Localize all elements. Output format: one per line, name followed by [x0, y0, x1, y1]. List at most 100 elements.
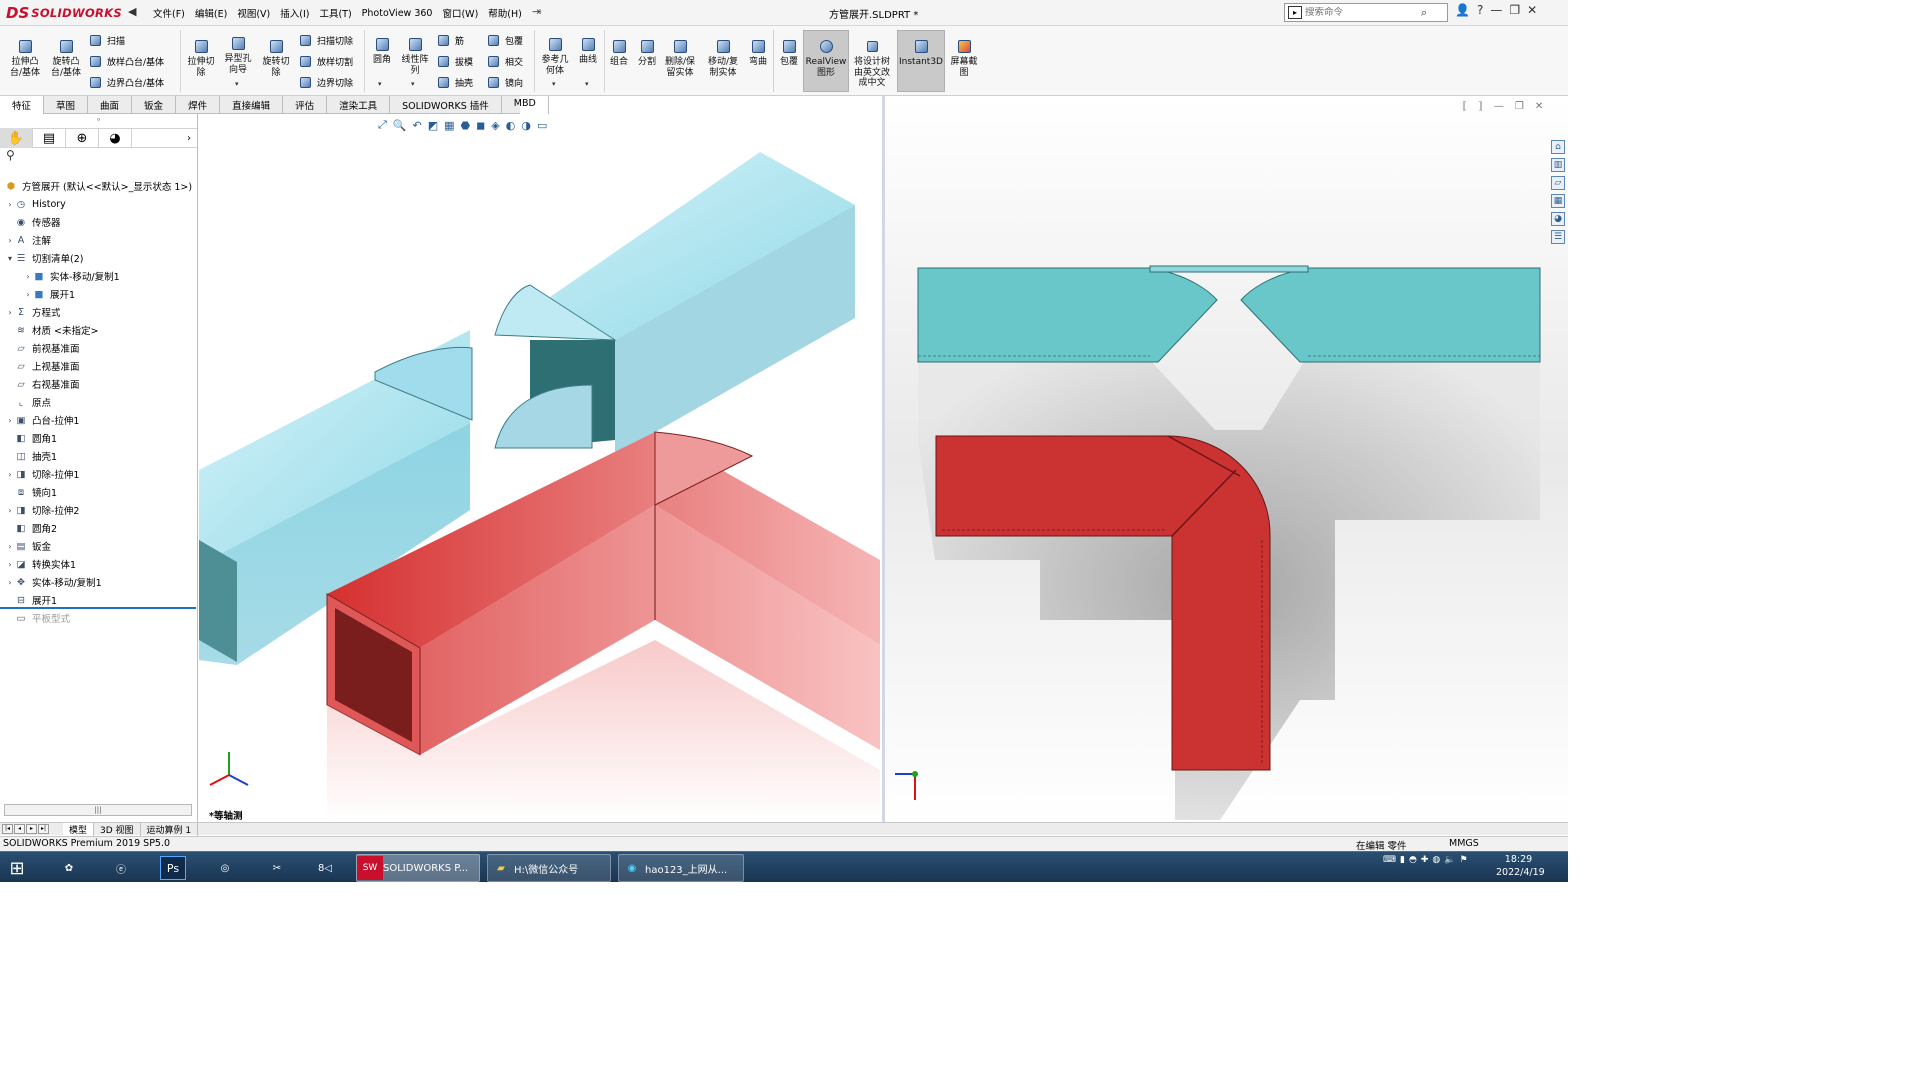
viewport-minimize-icon[interactable]: —	[1494, 101, 1504, 112]
design-library-icon[interactable]: ▥	[1551, 158, 1565, 172]
expand-arrow-icon[interactable]: ›	[6, 236, 14, 245]
tree-item[interactable]: › ▤ 钣金	[6, 537, 51, 555]
flex-button[interactable]: 弯曲	[745, 38, 771, 68]
restore-icon[interactable]: ❐	[1509, 3, 1520, 17]
tab-weldments[interactable]: 焊件	[176, 96, 221, 114]
instant3d-button[interactable]: Instant3D	[897, 38, 945, 68]
display-manager-tab-icon[interactable]: ◕	[99, 128, 132, 148]
tab-features[interactable]: 特征	[0, 96, 45, 114]
zoom-to-fit-icon[interactable]: ⤢	[378, 118, 387, 132]
section-view-icon[interactable]: ◩	[428, 119, 438, 132]
volume-icon[interactable]: 🔈	[1444, 855, 1455, 865]
menu-file[interactable]: 文件(F)	[148, 6, 190, 20]
loft-boss-button[interactable]: 放样凸台/基体	[88, 54, 164, 68]
tree-horizontal-scrollbar[interactable]: |||	[4, 804, 192, 816]
security-icon[interactable]: ✚	[1421, 855, 1429, 865]
expand-arrow-icon[interactable]: ›	[24, 272, 32, 281]
tab-direct-editing[interactable]: 直接编辑	[220, 96, 284, 114]
hide-show-items-icon[interactable]: ◈	[491, 119, 499, 132]
pin-icon[interactable]: ⇥	[532, 5, 541, 18]
tab-sheet-metal[interactable]: 钣金	[132, 96, 177, 114]
mirror-button[interactable]: 镜向	[486, 75, 523, 89]
first-tab-icon[interactable]: |◂	[2, 824, 13, 834]
realview-button[interactable]: RealView 图形	[803, 38, 849, 78]
fillet-dropdown-icon[interactable]: ▾	[378, 80, 382, 88]
tree-item[interactable]: › ◷ History	[6, 195, 65, 213]
panel-grip[interactable]: ∘	[0, 114, 197, 128]
sweep-button[interactable]: 扫描	[88, 33, 125, 47]
pinned-app-4[interactable]: ◎	[212, 854, 238, 882]
network-icon[interactable]: ▮	[1400, 855, 1405, 865]
screen-capture-button[interactable]: 屏幕截 图	[948, 38, 980, 78]
next-tab-icon[interactable]: ▸	[26, 824, 37, 834]
tab-surfaces[interactable]: 曲面	[88, 96, 133, 114]
tab-mbd[interactable]: MBD	[502, 96, 549, 114]
pinned-app-5[interactable]: ✂	[264, 854, 290, 882]
delete-keep-body-button[interactable]: 删除/保 留实体	[662, 38, 698, 78]
linear-pattern-button[interactable]: 线性阵 列	[398, 36, 432, 76]
clock[interactable]: 18:29 2022/4/19	[1496, 853, 1545, 879]
combine-button[interactable]: 组合	[606, 38, 632, 68]
boundary-cut-button[interactable]: 边界切除	[298, 75, 353, 89]
wrap2-button[interactable]: 包覆	[776, 38, 802, 68]
tree-item[interactable]: ▱ 前视基准面	[6, 339, 79, 357]
menu-photoview[interactable]: PhotoView 360	[357, 8, 438, 19]
property-manager-tab-icon[interactable]: ▤	[33, 128, 66, 148]
tree-item[interactable]: ▭ 平板型式	[6, 609, 71, 627]
tree-item[interactable]: ⌞ 原点	[6, 393, 51, 411]
expand-arrow-icon[interactable]: ›	[6, 200, 14, 209]
draft-button[interactable]: 拔模	[436, 54, 473, 68]
menu-expand-icon[interactable]: ◀	[128, 5, 136, 18]
3d-views-tab[interactable]: 3D 视图	[94, 822, 141, 836]
pinned-app-2[interactable]: ⓔ	[108, 854, 134, 882]
dynamic-annotation-icon[interactable]: ▦	[444, 119, 454, 132]
curves-dropdown-icon[interactable]: ▾	[585, 80, 589, 88]
tree-item[interactable]: › A 注解	[6, 231, 51, 249]
expand-arrow-icon[interactable]: ›	[6, 308, 14, 317]
intersect-button[interactable]: 相交	[486, 54, 523, 68]
tab-evaluate[interactable]: 评估	[283, 96, 328, 114]
expand-arrow-icon[interactable]: ›	[6, 578, 14, 587]
keyboard-icon[interactable]: ⌨	[1383, 855, 1396, 865]
expand-arrow-icon[interactable]: ›	[6, 506, 14, 515]
view-palette-icon[interactable]: ▦	[1551, 194, 1565, 208]
isometric-viewport[interactable]	[199, 114, 882, 822]
menu-view[interactable]: 视图(V)	[232, 6, 275, 20]
tree-root[interactable]: ⬢ 方管展开 (默认<<默认>_显示状态 1>)	[4, 177, 192, 195]
view-settings-icon[interactable]: ▭	[537, 119, 547, 132]
command-search-icon[interactable]: ▸	[1288, 6, 1302, 19]
tree-item[interactable]: ▱ 右视基准面	[6, 375, 79, 393]
tree-item[interactable]: › ◨ 切除-拉伸2	[6, 501, 79, 519]
tree-item[interactable]: ◧ 圆角2	[6, 519, 58, 537]
viewport-next-icon[interactable]: ⟧	[1478, 101, 1483, 112]
menu-help[interactable]: 帮助(H)	[483, 6, 527, 20]
pattern-dropdown-icon[interactable]: ▾	[411, 80, 415, 88]
tree-item[interactable]: ◉ 传感器	[6, 213, 61, 231]
file-explorer-icon[interactable]: ▱	[1551, 176, 1565, 190]
help-icon[interactable]: ?	[1477, 3, 1483, 17]
viewport-prev-icon[interactable]: ⟦	[1462, 101, 1467, 112]
tree-item[interactable]: ▱ 上视基准面	[6, 357, 79, 375]
menu-window[interactable]: 窗口(W)	[437, 6, 483, 20]
tree-item[interactable]: ▾ ☰ 切割清单(2)	[6, 249, 83, 267]
reference-geometry-dropdown-icon[interactable]: ▾	[552, 80, 556, 88]
tree-item[interactable]: › Σ 方程式	[6, 303, 60, 321]
appearances-icon[interactable]: ◕	[1551, 212, 1565, 226]
user-icon[interactable]: 👤	[1455, 3, 1470, 17]
search-icon[interactable]: ⌕	[1421, 6, 1427, 20]
extrude-boss-button[interactable]: 拉伸凸 台/基体	[8, 38, 42, 78]
minimize-icon[interactable]: —	[1490, 3, 1502, 17]
model-tab[interactable]: 模型	[63, 822, 95, 836]
boundary-boss-button[interactable]: 边界凸台/基体	[88, 75, 164, 89]
expand-arrow-icon[interactable]: ›	[6, 542, 14, 551]
pinned-app-1[interactable]: ✿	[56, 854, 82, 882]
move-copy-body-button[interactable]: 移动/复 制实体	[704, 38, 742, 78]
menu-tools[interactable]: 工具(T)	[314, 6, 356, 20]
configuration-manager-tab-icon[interactable]: ⊕	[66, 128, 99, 148]
zoom-to-area-icon[interactable]: 🔍	[393, 119, 407, 132]
solidworks-logo[interactable]: DS SOLIDWORKS	[6, 2, 122, 24]
previous-view-icon[interactable]: ↶	[413, 119, 422, 132]
status-units[interactable]: MMGS	[1449, 838, 1479, 849]
view-orientation-icon[interactable]: ⬣	[461, 119, 471, 132]
prev-tab-icon[interactable]: ◂	[14, 824, 25, 834]
